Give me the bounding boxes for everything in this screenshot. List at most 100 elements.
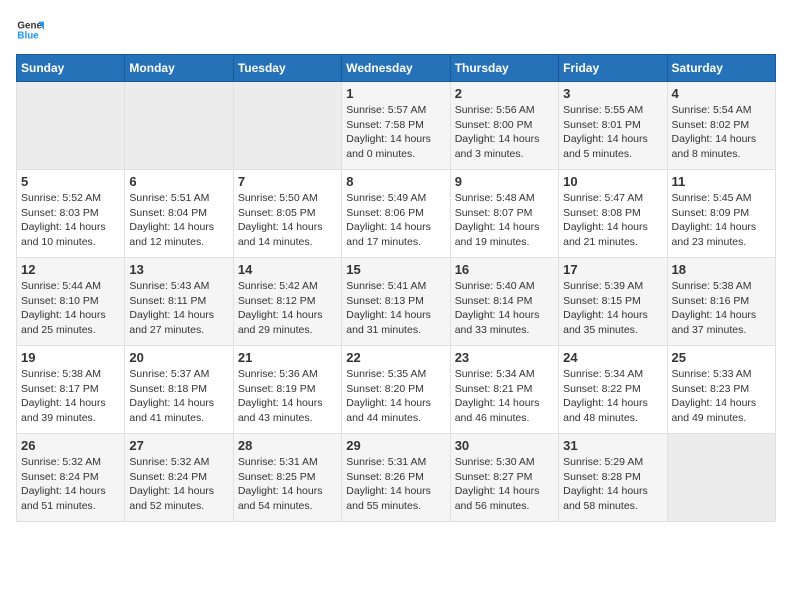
day-number: 11 [672,174,771,189]
day-number: 27 [129,438,228,453]
calendar-cell: 7 Sunrise: 5:50 AMSunset: 8:05 PMDaylight… [233,170,341,258]
day-number: 13 [129,262,228,277]
svg-text:Blue: Blue [17,30,39,41]
day-number: 12 [21,262,120,277]
day-info: Sunrise: 5:45 AMSunset: 8:09 PMDaylight:… [672,191,771,250]
calendar-cell: 6 Sunrise: 5:51 AMSunset: 8:04 PMDaylight… [125,170,233,258]
calendar-cell: 14 Sunrise: 5:42 AMSunset: 8:12 PMDayligh… [233,258,341,346]
calendar-cell: 27 Sunrise: 5:32 AMSunset: 8:24 PMDayligh… [125,434,233,522]
logo: General Blue [16,16,50,44]
calendar-week-row: 5 Sunrise: 5:52 AMSunset: 8:03 PMDaylight… [17,170,776,258]
day-info: Sunrise: 5:57 AMSunset: 7:58 PMDaylight:… [346,103,445,162]
calendar-cell: 25Sunrise: 5:33 AMSunset: 8:23 PMDayligh… [667,346,775,434]
day-info: Sunrise: 5:44 AMSunset: 8:10 PMDaylight:… [21,279,120,338]
day-number: 10 [563,174,662,189]
calendar-cell: 8Sunrise: 5:49 AMSunset: 8:06 PMDaylight… [342,170,450,258]
calendar-cell: 30 Sunrise: 5:30 AMSunset: 8:27 PMDayligh… [450,434,558,522]
day-number: 6 [129,174,228,189]
calendar-cell: 21 Sunrise: 5:36 AMSunset: 8:19 PMDayligh… [233,346,341,434]
day-info: Sunrise: 5:31 AMSunset: 8:25 PMDaylight:… [238,455,337,514]
day-number: 7 [238,174,337,189]
calendar-cell: 10 Sunrise: 5:47 AMSunset: 8:08 PMDayligh… [559,170,667,258]
day-number: 5 [21,174,120,189]
day-info: Sunrise: 5:36 AMSunset: 8:19 PMDaylight:… [238,367,337,426]
day-info: Sunrise: 5:56 AMSunset: 8:00 PMDaylight:… [455,103,554,162]
day-info: Sunrise: 5:29 AMSunset: 8:28 PMDaylight:… [563,455,662,514]
calendar-cell: 12 Sunrise: 5:44 AMSunset: 8:10 PMDayligh… [17,258,125,346]
day-info: Sunrise: 5:32 AMSunset: 8:24 PMDaylight:… [129,455,228,514]
weekday-header-thursday: Thursday [450,55,558,82]
day-number: 30 [455,438,554,453]
calendar-cell: 18 Sunrise: 5:38 AMSunset: 8:16 PMDayligh… [667,258,775,346]
day-number: 21 [238,350,337,365]
day-info: Sunrise: 5:52 AMSunset: 8:03 PMDaylight:… [21,191,120,250]
day-info: Sunrise: 5:50 AMSunset: 8:05 PMDaylight:… [238,191,337,250]
weekday-header-saturday: Saturday [667,55,775,82]
day-number: 20 [129,350,228,365]
day-info: Sunrise: 5:30 AMSunset: 8:27 PMDaylight:… [455,455,554,514]
day-number: 17 [563,262,662,277]
day-number: 1 [346,86,445,101]
calendar-week-row: 1 Sunrise: 5:57 AMSunset: 7:58 PMDaylight… [17,82,776,170]
day-info: Sunrise: 5:43 AMSunset: 8:11 PMDaylight:… [129,279,228,338]
weekday-header-row: SundayMondayTuesdayWednesdayThursdayFrid… [17,55,776,82]
calendar-table: SundayMondayTuesdayWednesdayThursdayFrid… [16,54,776,522]
day-info: Sunrise: 5:38 AMSunset: 8:17 PMDaylight:… [21,367,120,426]
calendar-week-row: 19 Sunrise: 5:38 AMSunset: 8:17 PMDayligh… [17,346,776,434]
weekday-header-sunday: Sunday [17,55,125,82]
calendar-cell [233,82,341,170]
day-info: Sunrise: 5:42 AMSunset: 8:12 PMDaylight:… [238,279,337,338]
day-number: 16 [455,262,554,277]
day-number: 18 [672,262,771,277]
day-info: Sunrise: 5:34 AMSunset: 8:21 PMDaylight:… [455,367,554,426]
calendar-cell: 24 Sunrise: 5:34 AMSunset: 8:22 PMDayligh… [559,346,667,434]
calendar-cell: 1 Sunrise: 5:57 AMSunset: 7:58 PMDaylight… [342,82,450,170]
day-info: Sunrise: 5:35 AMSunset: 8:20 PMDaylight:… [346,367,445,426]
day-number: 3 [563,86,662,101]
day-number: 2 [455,86,554,101]
day-number: 29 [346,438,445,453]
day-number: 26 [21,438,120,453]
day-number: 25 [672,350,771,365]
calendar-cell: 11 Sunrise: 5:45 AMSunset: 8:09 PMDayligh… [667,170,775,258]
calendar-cell: 16Sunrise: 5:40 AMSunset: 8:14 PMDayligh… [450,258,558,346]
day-number: 28 [238,438,337,453]
day-number: 24 [563,350,662,365]
calendar-cell [667,434,775,522]
day-info: Sunrise: 5:38 AMSunset: 8:16 PMDaylight:… [672,279,771,338]
day-number: 19 [21,350,120,365]
calendar-cell: 19 Sunrise: 5:38 AMSunset: 8:17 PMDayligh… [17,346,125,434]
calendar-cell: 15 Sunrise: 5:41 AMSunset: 8:13 PMDayligh… [342,258,450,346]
calendar-cell: 3 Sunrise: 5:55 AMSunset: 8:01 PMDaylight… [559,82,667,170]
calendar-cell: 31 Sunrise: 5:29 AMSunset: 8:28 PMDayligh… [559,434,667,522]
day-number: 8 [346,174,445,189]
day-info: Sunrise: 5:54 AMSunset: 8:02 PMDaylight:… [672,103,771,162]
calendar-cell: 28 Sunrise: 5:31 AMSunset: 8:25 PMDayligh… [233,434,341,522]
calendar-cell: 9 Sunrise: 5:48 AMSunset: 8:07 PMDaylight… [450,170,558,258]
day-info: Sunrise: 5:51 AMSunset: 8:04 PMDaylight:… [129,191,228,250]
day-number: 23 [455,350,554,365]
day-info: Sunrise: 5:55 AMSunset: 8:01 PMDaylight:… [563,103,662,162]
calendar-cell: 26 Sunrise: 5:32 AMSunset: 8:24 PMDayligh… [17,434,125,522]
day-number: 22 [346,350,445,365]
weekday-header-tuesday: Tuesday [233,55,341,82]
calendar-cell: 4 Sunrise: 5:54 AMSunset: 8:02 PMDaylight… [667,82,775,170]
day-number: 31 [563,438,662,453]
calendar-week-row: 26 Sunrise: 5:32 AMSunset: 8:24 PMDayligh… [17,434,776,522]
day-info: Sunrise: 5:48 AMSunset: 8:07 PMDaylight:… [455,191,554,250]
day-info: Sunrise: 5:41 AMSunset: 8:13 PMDaylight:… [346,279,445,338]
day-info: Sunrise: 5:39 AMSunset: 8:15 PMDaylight:… [563,279,662,338]
calendar-cell [125,82,233,170]
day-info: Sunrise: 5:34 AMSunset: 8:22 PMDaylight:… [563,367,662,426]
day-number: 14 [238,262,337,277]
page-header: General Blue [16,16,776,44]
day-number: 4 [672,86,771,101]
day-number: 9 [455,174,554,189]
day-number: 15 [346,262,445,277]
day-info: Sunrise: 5:47 AMSunset: 8:08 PMDaylight:… [563,191,662,250]
day-info: Sunrise: 5:32 AMSunset: 8:24 PMDaylight:… [21,455,120,514]
weekday-header-wednesday: Wednesday [342,55,450,82]
calendar-cell: 23 Sunrise: 5:34 AMSunset: 8:21 PMDayligh… [450,346,558,434]
calendar-cell: 20Sunrise: 5:37 AMSunset: 8:18 PMDayligh… [125,346,233,434]
weekday-header-friday: Friday [559,55,667,82]
